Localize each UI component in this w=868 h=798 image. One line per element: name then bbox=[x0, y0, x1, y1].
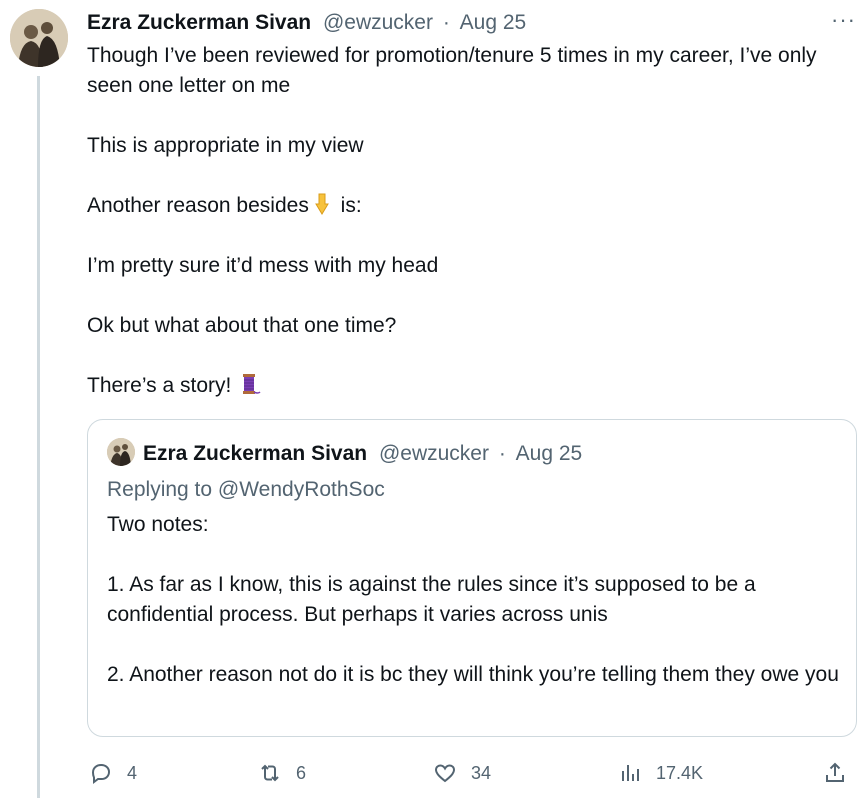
reply-button[interactable]: 4 bbox=[89, 756, 137, 790]
replying-to-handle: @WendyRothSoc bbox=[217, 478, 385, 501]
tweet-line-text: Another reason besides bbox=[87, 194, 309, 217]
replying-to-label: Replying to bbox=[107, 478, 218, 501]
quoted-tweet-card[interactable]: Ezra Zuckerman Sivan @ewzucker · Aug 25 … bbox=[87, 419, 857, 737]
thread-connector-line bbox=[37, 76, 40, 798]
tweet-actions-bar: 4 6 34 17.4K bbox=[87, 756, 857, 790]
quoted-tweet-header: Ezra Zuckerman Sivan @ewzucker · Aug 25 bbox=[107, 438, 582, 466]
quoted-tweet-date: Aug 25 bbox=[515, 442, 583, 465]
tweet-line-text: There’s a story! bbox=[87, 374, 238, 397]
tweet-line: Another reason besides is: bbox=[87, 191, 857, 221]
quoted-avatar bbox=[107, 438, 135, 466]
avatar-photo-icon bbox=[10, 9, 68, 67]
quoted-tweet-body: Two notes: 1. As far as I know, this is … bbox=[107, 510, 842, 690]
share-icon bbox=[826, 762, 844, 782]
retweet-count: 6 bbox=[296, 762, 307, 783]
quoted-tweet-line: 2. Another reason not do it is bc they w… bbox=[107, 663, 839, 686]
author-handle[interactable]: @ewzucker bbox=[323, 11, 433, 34]
more-options-icon[interactable]: ··· bbox=[831, 6, 856, 34]
like-count: 34 bbox=[471, 762, 492, 783]
tweet-line: There’s a story! bbox=[87, 371, 857, 401]
thread-spool-emoji-icon bbox=[238, 372, 262, 396]
retweet-icon bbox=[261, 764, 279, 782]
share-button[interactable] bbox=[823, 756, 847, 790]
quoted-header-separator: · bbox=[498, 442, 506, 465]
quoted-tweet-line: Two notes: bbox=[107, 513, 209, 536]
tweet-line: This is appropriate in my view bbox=[87, 134, 364, 157]
quoted-author-handle: @ewzucker bbox=[378, 442, 489, 465]
header-separator: · bbox=[442, 11, 450, 34]
tweet-line: Though I’ve been reviewed for promotion/… bbox=[87, 44, 817, 97]
tweet-date[interactable]: Aug 25 bbox=[460, 11, 527, 34]
tweet-header: Ezra Zuckerman Sivan @ewzucker · Aug 25 bbox=[87, 9, 848, 37]
reply-count: 4 bbox=[127, 762, 138, 783]
heart-icon bbox=[434, 764, 456, 783]
author-name[interactable]: Ezra Zuckerman Sivan bbox=[87, 11, 311, 34]
reply-icon bbox=[91, 763, 111, 784]
like-button[interactable]: 34 bbox=[433, 756, 491, 790]
tweet-line: Ok but what about that one time? bbox=[87, 314, 397, 337]
replying-to-line: Replying to @WendyRothSoc bbox=[107, 476, 385, 504]
tweet-line: I’m pretty sure it’d mess with my head bbox=[87, 254, 439, 277]
avatar[interactable] bbox=[10, 9, 68, 67]
views-button[interactable]: 17.4K bbox=[618, 756, 703, 790]
tweet-body: Though I’ve been reviewed for promotion/… bbox=[87, 41, 857, 401]
retweet-button[interactable]: 6 bbox=[258, 756, 306, 790]
views-chart-icon bbox=[622, 765, 639, 781]
tweet-line-text: is: bbox=[334, 194, 362, 217]
views-count: 17.4K bbox=[656, 762, 704, 783]
quoted-avatar-photo-icon bbox=[107, 438, 135, 466]
quoted-author-name: Ezra Zuckerman Sivan bbox=[143, 442, 368, 465]
quoted-tweet-line: 1. As far as I know, this is against the… bbox=[107, 573, 756, 626]
pointing-down-emoji-icon bbox=[310, 192, 334, 216]
